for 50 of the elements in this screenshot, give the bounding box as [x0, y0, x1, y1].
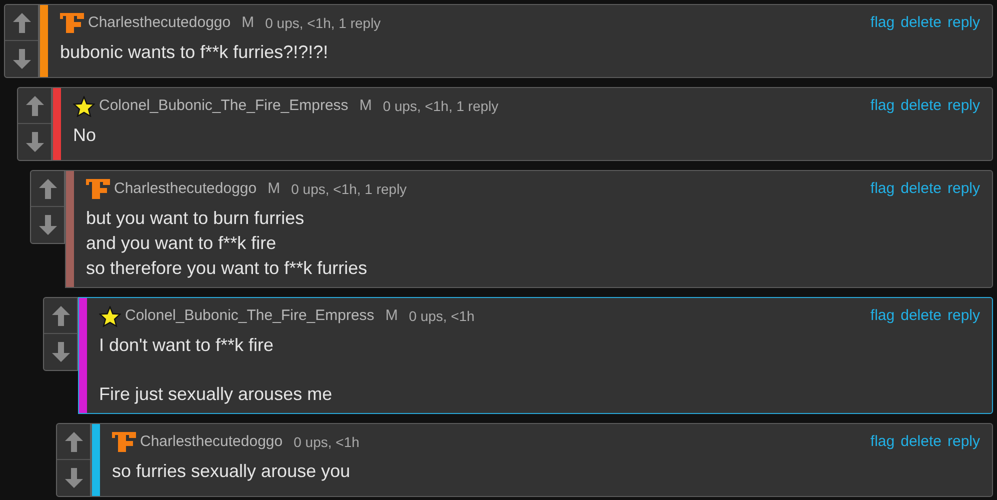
action-link[interactable]: flag [870, 12, 895, 34]
action-link[interactable]: delete [900, 430, 942, 454]
logo-icon [60, 13, 84, 33]
action-link[interactable]: delete [900, 12, 942, 34]
logo-icon [112, 432, 136, 452]
star-icon [73, 96, 95, 116]
action-link[interactable]: flag [870, 430, 895, 454]
action-link[interactable]: delete [900, 178, 942, 200]
action-link[interactable]: flag [870, 304, 895, 328]
username-link[interactable]: Charlesthecutedoggo [114, 178, 257, 200]
action-link[interactable]: reply [947, 94, 980, 118]
up-arrow-icon [24, 94, 44, 116]
comment-meta: 0 ups, <1h [294, 432, 360, 452]
action-link[interactable]: reply [947, 430, 980, 454]
comment-text: so furries sexually arouse you [112, 460, 352, 483]
comment-text: bubonic wants to f**k furries?!?!?! [60, 41, 330, 64]
action-link[interactable]: reply [947, 12, 980, 34]
comment-text: I don't want to f**k fire [99, 334, 275, 357]
action-link[interactable]: flag [870, 178, 895, 200]
down-arrow-icon [50, 341, 70, 363]
up-arrow-icon [50, 304, 70, 326]
action-link[interactable]: reply [947, 178, 980, 200]
up-arrow-icon [12, 12, 32, 34]
down-arrow-icon [24, 131, 44, 153]
action-link[interactable]: delete [900, 94, 942, 118]
action-link[interactable]: reply [947, 304, 980, 328]
star-icon [99, 306, 121, 326]
username-link[interactable]: Colonel_Bubonic_The_Fire_Empress [99, 94, 348, 118]
comment-meta: 0 ups, <1h [408, 306, 475, 326]
gender-label: M [242, 12, 254, 33]
gender-label: M [359, 96, 372, 116]
action-link[interactable]: flag [870, 94, 895, 118]
logo-icon [86, 179, 110, 199]
gender-label: M [268, 178, 280, 199]
comment-text: Fire just sexually arouses me [99, 383, 334, 406]
comment-text: No [73, 124, 98, 147]
gender-label: M [385, 306, 398, 326]
comment-text: but you want to burn furries and you want to f**k fire so therefore you want to f**k furries [86, 207, 368, 280]
up-arrow-icon [64, 430, 84, 452]
down-arrow-icon [64, 467, 84, 489]
username-link[interactable]: Charlesthecutedoggo [140, 430, 283, 454]
comment-meta: 0 ups, <1h, 1 reply [265, 14, 381, 33]
username-link[interactable]: Charlesthecutedoggo [88, 12, 231, 34]
up-arrow-icon [38, 178, 58, 200]
username-link[interactable]: Colonel_Bubonic_The_Fire_Empress [125, 304, 374, 328]
down-arrow-icon [12, 48, 32, 70]
comment-meta: 0 ups, <1h, 1 reply [291, 180, 407, 199]
action-link[interactable]: delete [900, 304, 942, 328]
comment-meta: 0 ups, <1h, 1 reply [382, 96, 498, 116]
down-arrow-icon [38, 214, 58, 236]
